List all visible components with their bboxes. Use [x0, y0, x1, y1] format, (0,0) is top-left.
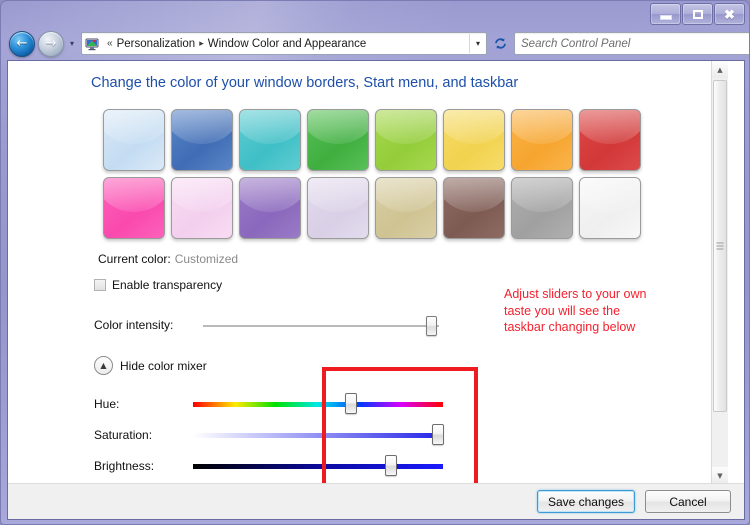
recent-pages-button[interactable]: ▾	[67, 39, 77, 48]
minimize-icon	[659, 14, 672, 20]
saturation-slider-track[interactable]	[193, 433, 443, 438]
color-swatch-lilac[interactable]	[307, 177, 369, 239]
breadcrumb-leading-separator: «	[107, 38, 113, 49]
brightness-slider-thumb[interactable]	[384, 455, 397, 476]
personalization-window: ✖ ← → ▾ « Personalization ▸ Window Color…	[0, 0, 750, 525]
dialog-button-bar: Save changes Cancel	[8, 483, 744, 519]
swatch-gloss	[308, 110, 368, 144]
maximize-icon	[692, 9, 703, 19]
swatch-gloss	[376, 110, 436, 144]
slider-row-brightness: Brightness:	[94, 455, 464, 477]
swatch-gloss	[580, 110, 640, 144]
content-pane: Change the color of your window borders,…	[7, 60, 745, 520]
swatch-gloss	[580, 178, 640, 212]
swatch-gloss	[512, 178, 572, 212]
current-color-row: Current color: Customized	[98, 252, 238, 266]
swatch-gloss	[240, 178, 300, 212]
back-button[interactable]: ←	[9, 30, 35, 57]
chevron-up-icon: ▲	[94, 356, 113, 375]
scrollbar-thumb[interactable]	[713, 80, 727, 412]
swatch-gloss	[172, 110, 232, 144]
color-swatch-sky[interactable]	[103, 109, 165, 171]
brightness-slider-label: Brightness:	[94, 459, 155, 473]
save-changes-button[interactable]: Save changes	[536, 490, 635, 513]
saturation-slider-thumb[interactable]	[432, 424, 444, 445]
forward-button[interactable]: →	[38, 30, 64, 57]
current-color-value: Customized	[174, 252, 239, 266]
maximize-button[interactable]	[682, 3, 713, 25]
hide-color-mixer-label: Hide color mixer	[120, 358, 207, 373]
color-swatch-orange[interactable]	[511, 109, 573, 171]
color-swatch-lime[interactable]	[375, 109, 437, 171]
refresh-button[interactable]	[490, 33, 510, 54]
color-swatch-green[interactable]	[307, 109, 369, 171]
back-arrow-icon: ←	[16, 36, 28, 51]
swatch-gloss	[444, 110, 504, 144]
navigation-bar: ← → ▾ « Personalization ▸ Window Color a…	[1, 29, 749, 58]
swatch-gloss	[104, 178, 164, 212]
enable-transparency-checkbox[interactable]	[94, 279, 106, 291]
title-bar: ✖	[1, 1, 749, 27]
forward-arrow-icon: →	[45, 36, 57, 51]
swatch-gloss	[104, 110, 164, 144]
hue-slider-thumb[interactable]	[344, 393, 357, 414]
hide-color-mixer-toggle[interactable]: ▲ Hide color mixer	[94, 356, 207, 375]
brightness-slider-track[interactable]	[193, 464, 443, 469]
breadcrumb: « Personalization ▸ Window Color and App…	[99, 38, 469, 50]
color-swatch-rose[interactable]	[171, 177, 233, 239]
color-swatch-red[interactable]	[579, 109, 641, 171]
close-icon: ✖	[724, 6, 735, 22]
vertical-scrollbar[interactable]: ▲ ▼	[711, 61, 728, 484]
color-swatch-brown[interactable]	[443, 177, 505, 239]
enable-transparency-row[interactable]: Enable transparency	[94, 278, 222, 292]
breadcrumb-separator-icon: ▸	[199, 38, 204, 48]
swatch-gloss	[376, 178, 436, 212]
color-swatch-pink[interactable]	[103, 177, 165, 239]
scroll-up-icon[interactable]: ▲	[712, 61, 728, 78]
cancel-button[interactable]: Cancel	[645, 490, 731, 513]
enable-transparency-label: Enable transparency	[112, 278, 223, 292]
refresh-icon	[494, 38, 506, 49]
current-color-label: Current color:	[98, 252, 171, 266]
swatch-gloss	[308, 178, 368, 212]
close-button[interactable]: ✖	[714, 3, 745, 25]
scrollbar-grip-icon	[716, 242, 724, 250]
minimize-button[interactable]	[650, 3, 681, 25]
hue-slider-track[interactable]	[193, 402, 443, 407]
hue-slider-label: Hue:	[94, 397, 120, 411]
page-title: Change the color of your window borders,…	[91, 75, 519, 91]
color-swatch-blue[interactable]	[171, 109, 233, 171]
color-swatch-khaki[interactable]	[375, 177, 437, 239]
search-box[interactable]: Search Control Panel	[514, 32, 749, 55]
color-intensity-label: Color intensity:	[94, 318, 174, 332]
color-swatch-white[interactable]	[579, 177, 641, 239]
address-dropdown-icon[interactable]: ▾	[469, 34, 486, 53]
annotation-text: Adjust sliders to your own taste you wil…	[504, 287, 647, 334]
color-swatch-grid	[103, 109, 647, 245]
color-swatch-gray[interactable]	[511, 177, 573, 239]
search-input[interactable]: Search Control Panel	[515, 38, 749, 50]
scrollable-content: Change the color of your window borders,…	[8, 61, 728, 484]
swatch-gloss	[512, 110, 572, 144]
breadcrumb-item-personalization[interactable]: Personalization	[117, 38, 196, 50]
color-intensity-track[interactable]	[203, 325, 439, 327]
color-swatch-violet[interactable]	[239, 177, 301, 239]
scroll-down-icon[interactable]: ▼	[712, 467, 728, 484]
color-swatch-yellow[interactable]	[443, 109, 505, 171]
window-controls: ✖	[649, 3, 745, 25]
swatch-gloss	[444, 178, 504, 212]
slider-row-hue: Hue:	[94, 393, 464, 415]
color-swatch-teal[interactable]	[239, 109, 301, 171]
address-bar[interactable]: « Personalization ▸ Window Color and App…	[81, 32, 487, 55]
control-panel-icon	[85, 37, 99, 51]
swatch-gloss	[240, 110, 300, 144]
breadcrumb-item-window-color[interactable]: Window Color and Appearance	[208, 38, 367, 50]
color-intensity-row: Color intensity:	[94, 314, 454, 336]
color-intensity-thumb[interactable]	[426, 316, 437, 336]
swatch-gloss	[172, 178, 232, 212]
slider-row-saturation: Saturation:	[94, 424, 464, 446]
saturation-slider-label: Saturation:	[94, 428, 153, 442]
